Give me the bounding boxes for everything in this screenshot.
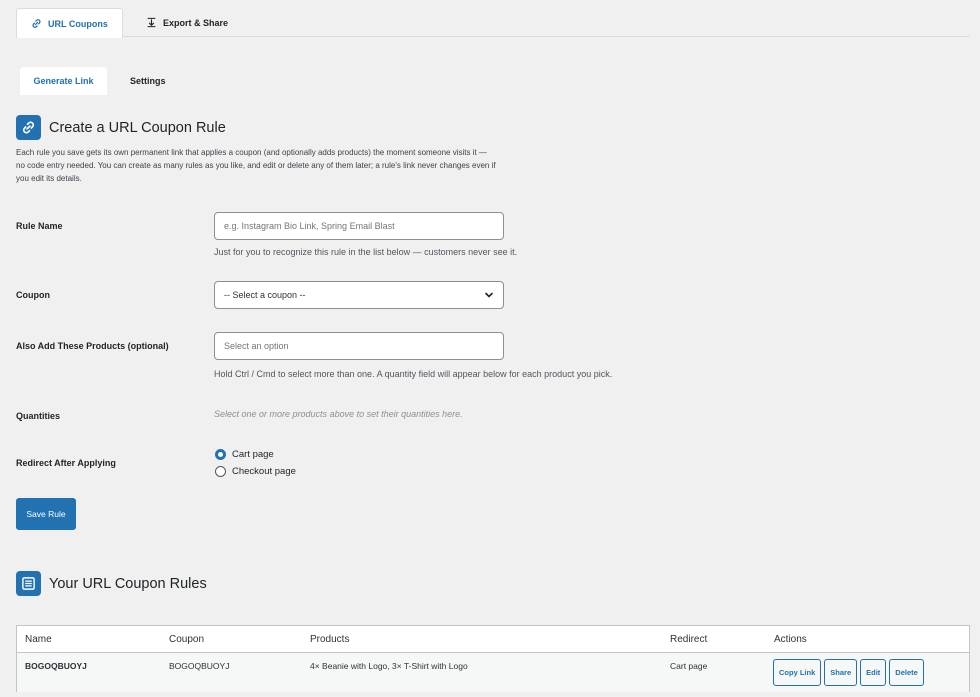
create-section-header: Create a URL Coupon Rule [16, 115, 226, 140]
rule-actions: Copy Link Share Edit Delete [773, 659, 924, 686]
list-icon [16, 571, 41, 596]
redirect-option-label: Cart page [232, 449, 274, 460]
tab-generate-link[interactable]: Generate Link [20, 67, 107, 95]
radio-button[interactable] [215, 466, 226, 477]
rule-name-cell: BOGOQBUOYJ [25, 661, 87, 671]
radio-button[interactable] [215, 449, 226, 460]
tab-url-coupons[interactable]: URL Coupons [16, 8, 123, 38]
link-icon [32, 19, 41, 28]
rule-products-cell: 4× Beanie with Logo, 3× T-Shirt with Log… [310, 661, 468, 671]
coupon-select-value: -- Select a coupon -- [224, 290, 306, 300]
rule-coupon-cell: BOGOQBUOYJ [169, 661, 230, 671]
tab-export-share-label: Export & Share [163, 17, 229, 28]
download-icon [147, 17, 156, 28]
table-row: BOGOQBUOYJ BOGOQBUOYJ 4× Beanie with Log… [17, 653, 969, 692]
rule-redirect-cell: Cart page [670, 661, 708, 671]
column-header-redirect: Redirect [670, 634, 708, 645]
products-multiselect[interactable] [214, 332, 504, 360]
save-rule-button[interactable]: Save Rule [16, 498, 76, 530]
link-icon [16, 115, 41, 140]
column-header-actions: Actions [774, 634, 807, 645]
redirect-option-cart[interactable]: Cart page [215, 449, 274, 460]
tab-url-coupons-label: URL Coupons [48, 18, 108, 29]
quantities-help: Select one or more products above to set… [214, 409, 463, 419]
rule-name-help: Just for you to recognize this rule in t… [214, 247, 518, 257]
tab-export-share[interactable]: Export & Share [132, 8, 242, 37]
table-header: Name Coupon Products Redirect Actions [17, 626, 969, 653]
share-button[interactable]: Share [824, 659, 858, 686]
rules-section-header: Your URL Coupon Rules [16, 571, 207, 596]
products-label: Also Add These Products (optional) [16, 341, 169, 351]
rules-section-title: Your URL Coupon Rules [49, 575, 207, 592]
create-section-title: Create a URL Coupon Rule [49, 119, 226, 136]
redirect-option-checkout[interactable]: Checkout page [215, 466, 296, 477]
chevron-down-icon [485, 292, 493, 298]
column-header-products: Products [310, 634, 350, 645]
column-header-name: Name [25, 634, 52, 645]
rule-name-input[interactable] [214, 212, 504, 240]
copy-link-button[interactable]: Copy Link [773, 659, 822, 686]
rule-name-label: Rule Name [16, 221, 63, 231]
quantities-label: Quantities [16, 411, 61, 421]
column-header-coupon: Coupon [169, 634, 205, 645]
edit-button[interactable]: Edit [860, 659, 887, 686]
delete-button[interactable]: Delete [889, 659, 924, 686]
tab-settings[interactable]: Settings [116, 67, 180, 95]
coupon-label: Coupon [16, 290, 50, 300]
redirect-label: Redirect After Applying [16, 458, 116, 468]
products-help: Hold Ctrl / Cmd to select more than one.… [214, 369, 613, 379]
rules-table: Name Coupon Products Redirect Actions BO… [16, 625, 970, 692]
create-section-description: Each rule you save gets its own permanen… [16, 148, 496, 183]
redirect-option-label: Checkout page [232, 466, 296, 477]
coupon-select[interactable]: -- Select a coupon -- [214, 281, 504, 309]
top-tab-bar: URL Coupons Export & Share [16, 8, 970, 38]
